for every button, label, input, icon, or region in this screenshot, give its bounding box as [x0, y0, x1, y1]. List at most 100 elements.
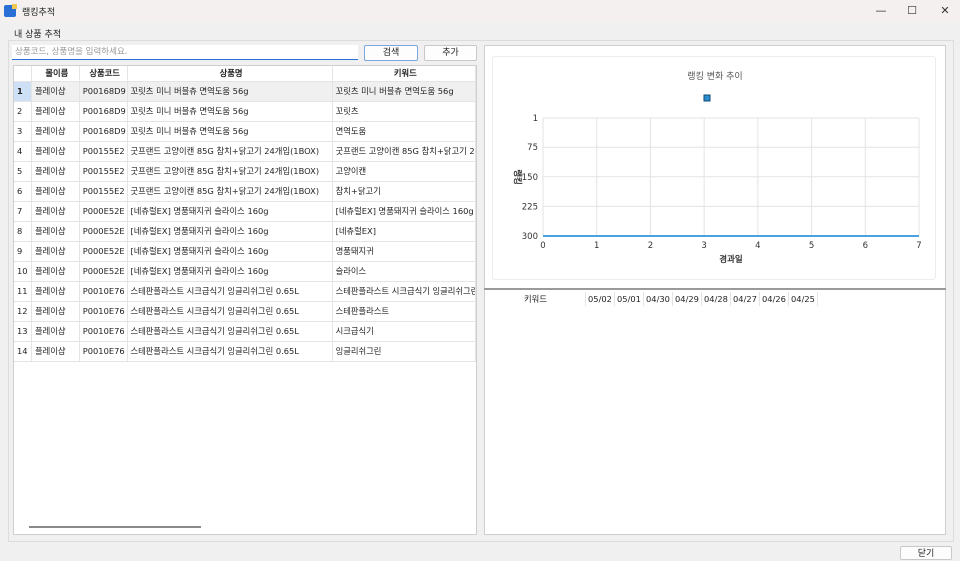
table-row[interactable]: 6 플레이샵 P00155E2 굿프랜드 고양이캔 85G 참치+닭고기 24개입(1… — [14, 182, 476, 202]
mall-name-cell[interactable]: 플레이샵 — [31, 182, 80, 202]
table-row[interactable]: 10 플레이샵 P000E52E [네츄럴EX] 명품돼지귀 슬라이스 160g 슬라이… — [14, 262, 476, 282]
row-number-cell[interactable]: 9 — [14, 242, 32, 262]
row-number-cell[interactable]: 3 — [14, 122, 32, 142]
keyword-cell[interactable]: 슬라이스 — [332, 262, 476, 282]
product-name-cell[interactable]: 꼬릿츠 미니 버블츄 면역도움 56g — [127, 102, 333, 122]
row-number-cell[interactable]: 8 — [14, 222, 32, 242]
keyword-cell[interactable]: 스테판플라스트 시크급식기 잉글리쉬그린 0.65L — [332, 282, 476, 302]
keyword-cell[interactable]: [네츄럴EX] — [332, 222, 476, 242]
keyword-column-header[interactable]: 키워드 — [486, 292, 586, 306]
row-number-cell[interactable]: 13 — [14, 322, 32, 342]
keyword-cell[interactable]: 명품돼지귀 — [332, 242, 476, 262]
header-name[interactable]: 상품명 — [127, 66, 333, 82]
keyword-cell[interactable]: 면역도움 — [332, 122, 476, 142]
product-code-cell[interactable]: P000E52E — [79, 242, 128, 262]
mall-name-cell[interactable]: 플레이샵 — [31, 242, 80, 262]
table-row[interactable]: 2 플레이샵 P00168D9 꼬릿츠 미니 버블츄 면역도움 56g 꼬릿츠 — [14, 102, 476, 122]
product-name-cell[interactable]: 스테판플라스트 시크급식기 잉글리쉬그린 0.65L — [127, 282, 333, 302]
table-row[interactable]: 1 플레이샵 P00168D9 꼬릿츠 미니 버블츄 면역도움 56g 꼬릿츠 미니 버… — [14, 82, 476, 102]
splitter-handle[interactable] — [484, 288, 946, 290]
product-code-cell[interactable]: P00168D9 — [79, 102, 128, 122]
close-window-button[interactable]: ✕ — [930, 0, 960, 22]
search-button[interactable]: 검색 — [364, 45, 418, 61]
product-code-cell[interactable]: P00155E2 — [79, 182, 128, 202]
product-code-cell[interactable]: P0010E76 — [79, 342, 128, 362]
keyword-cell[interactable]: [네츄럴EX] 명품돼지귀 슬라이스 160g — [332, 202, 476, 222]
table-row[interactable]: 7 플레이샵 P000E52E [네츄럴EX] 명품돼지귀 슬라이스 160g [네츄럴… — [14, 202, 476, 222]
row-number-cell[interactable]: 6 — [14, 182, 32, 202]
mall-name-cell[interactable]: 플레이샵 — [31, 262, 80, 282]
product-name-cell[interactable]: 굿프랜드 고양이캔 85G 참치+닭고기 24개입(1BOX) — [127, 182, 333, 202]
row-number-cell[interactable]: 11 — [14, 282, 32, 302]
product-code-cell[interactable]: P000E52E — [79, 202, 128, 222]
product-code-cell[interactable]: P000E52E — [79, 222, 128, 242]
mall-name-cell[interactable]: 플레이샵 — [31, 142, 80, 162]
row-number-cell[interactable]: 7 — [14, 202, 32, 222]
table-row[interactable]: 4 플레이샵 P00155E2 굿프랜드 고양이캔 85G 참치+닭고기 24개입(1… — [14, 142, 476, 162]
table-row[interactable]: 12 플레이샵 P0010E76 스테판플라스트 시크급식기 잉글리쉬그린 0.65L… — [14, 302, 476, 322]
row-number-cell[interactable]: 1 — [14, 82, 32, 102]
table-row[interactable]: 3 플레이샵 P00168D9 꼬릿츠 미니 버블츄 면역도움 56g 면역도움 — [14, 122, 476, 142]
product-name-cell[interactable]: 굿프랜드 고양이캔 85G 참치+닭고기 24개입(1BOX) — [127, 142, 333, 162]
date-column-header[interactable]: 04/29 — [673, 292, 702, 306]
product-name-cell[interactable]: [네츄럴EX] 명품돼지귀 슬라이스 160g — [127, 262, 333, 282]
keyword-cell[interactable]: 시크급식기 — [332, 322, 476, 342]
date-column-header[interactable]: 05/01 — [615, 292, 644, 306]
table-row[interactable]: 11 플레이샵 P0010E76 스테판플라스트 시크급식기 잉글리쉬그린 0.65L… — [14, 282, 476, 302]
header-keyword[interactable]: 키워드 — [332, 66, 476, 82]
product-name-cell[interactable]: 꼬릿츠 미니 버블츄 면역도움 56g — [127, 122, 333, 142]
product-code-cell[interactable]: P0010E76 — [79, 282, 128, 302]
keyword-cell[interactable]: 꼬릿츠 — [332, 102, 476, 122]
keyword-cell[interactable]: 참치+닭고기 — [332, 182, 476, 202]
mall-name-cell[interactable]: 플레이샵 — [31, 302, 80, 322]
product-code-cell[interactable]: P0010E76 — [79, 302, 128, 322]
table-row[interactable]: 14 플레이샵 P0010E76 스테판플라스트 시크급식기 잉글리쉬그린 0.65L… — [14, 342, 476, 362]
date-column-header[interactable]: 04/25 — [789, 292, 818, 306]
product-code-cell[interactable]: P00155E2 — [79, 142, 128, 162]
product-name-cell[interactable]: 꼬릿츠 미니 버블츄 면역도움 56g — [127, 82, 333, 102]
table-row[interactable]: 5 플레이샵 P00155E2 굿프랜드 고양이캔 85G 참치+닭고기 24개입(1… — [14, 162, 476, 182]
mall-name-cell[interactable]: 플레이샵 — [31, 82, 80, 102]
product-code-cell[interactable]: P000E52E — [79, 262, 128, 282]
product-name-cell[interactable]: 스테판플라스트 시크급식기 잉글리쉬그린 0.65L — [127, 302, 333, 322]
product-code-cell[interactable]: P0010E76 — [79, 322, 128, 342]
minimize-button[interactable]: — — [866, 0, 896, 22]
row-number-cell[interactable]: 2 — [14, 102, 32, 122]
date-column-header[interactable]: 04/30 — [644, 292, 673, 306]
product-name-cell[interactable]: [네츄럴EX] 명품돼지귀 슬라이스 160g — [127, 202, 333, 222]
keyword-cell[interactable]: 잉글리쉬그린 — [332, 342, 476, 362]
product-code-cell[interactable]: P00168D9 — [79, 82, 128, 102]
mall-name-cell[interactable]: 플레이샵 — [31, 282, 80, 302]
date-column-header[interactable]: 05/02 — [586, 292, 615, 306]
mall-name-cell[interactable]: 플레이샵 — [31, 102, 80, 122]
mall-name-cell[interactable]: 플레이샵 — [31, 202, 80, 222]
product-name-cell[interactable]: [네츄럴EX] 명품돼지귀 슬라이스 160g — [127, 222, 333, 242]
date-column-header[interactable]: 04/28 — [702, 292, 731, 306]
keyword-cell[interactable]: 스테판플라스트 — [332, 302, 476, 322]
product-name-cell[interactable]: 굿프랜드 고양이캔 85G 참치+닭고기 24개입(1BOX) — [127, 162, 333, 182]
mall-name-cell[interactable]: 플레이샵 — [31, 162, 80, 182]
maximize-button[interactable]: ☐ — [897, 0, 927, 22]
product-name-cell[interactable]: 스테판플라스트 시크급식기 잉글리쉬그린 0.65L — [127, 322, 333, 342]
row-number-cell[interactable]: 14 — [14, 342, 32, 362]
row-number-cell[interactable]: 5 — [14, 162, 32, 182]
mall-name-cell[interactable]: 플레이샵 — [31, 342, 80, 362]
keyword-cell[interactable]: 꼬릿츠 미니 버블츄 면역도움 56g — [332, 82, 476, 102]
header-mall[interactable]: 몰이름 — [31, 66, 80, 82]
mall-name-cell[interactable]: 플레이샵 — [31, 322, 80, 342]
keyword-cell[interactable]: 고양이캔 — [332, 162, 476, 182]
header-code[interactable]: 상품코드 — [79, 66, 128, 82]
row-number-cell[interactable]: 12 — [14, 302, 32, 322]
date-column-header[interactable]: 04/27 — [731, 292, 760, 306]
keyword-cell[interactable]: 굿프랜드 고양이캔 85G 참치+닭고기 24개입(1BOX) — [332, 142, 476, 162]
table-row[interactable]: 8 플레이샵 P000E52E [네츄럴EX] 명품돼지귀 슬라이스 160g [네츄럴… — [14, 222, 476, 242]
product-name-cell[interactable]: 스테판플라스트 시크급식기 잉글리쉬그린 0.65L — [127, 342, 333, 362]
row-number-cell[interactable]: 10 — [14, 262, 32, 282]
table-row[interactable]: 9 플레이샵 P000E52E [네츄럴EX] 명품돼지귀 슬라이스 160g 명품돼지… — [14, 242, 476, 262]
mall-name-cell[interactable]: 플레이샵 — [31, 122, 80, 142]
product-code-cell[interactable]: P00155E2 — [79, 162, 128, 182]
date-column-header[interactable]: 04/26 — [760, 292, 789, 306]
horizontal-scrollbar[interactable] — [29, 526, 201, 528]
table-row[interactable]: 13 플레이샵 P0010E76 스테판플라스트 시크급식기 잉글리쉬그린 0.65L… — [14, 322, 476, 342]
product-name-cell[interactable]: [네츄럴EX] 명품돼지귀 슬라이스 160g — [127, 242, 333, 262]
